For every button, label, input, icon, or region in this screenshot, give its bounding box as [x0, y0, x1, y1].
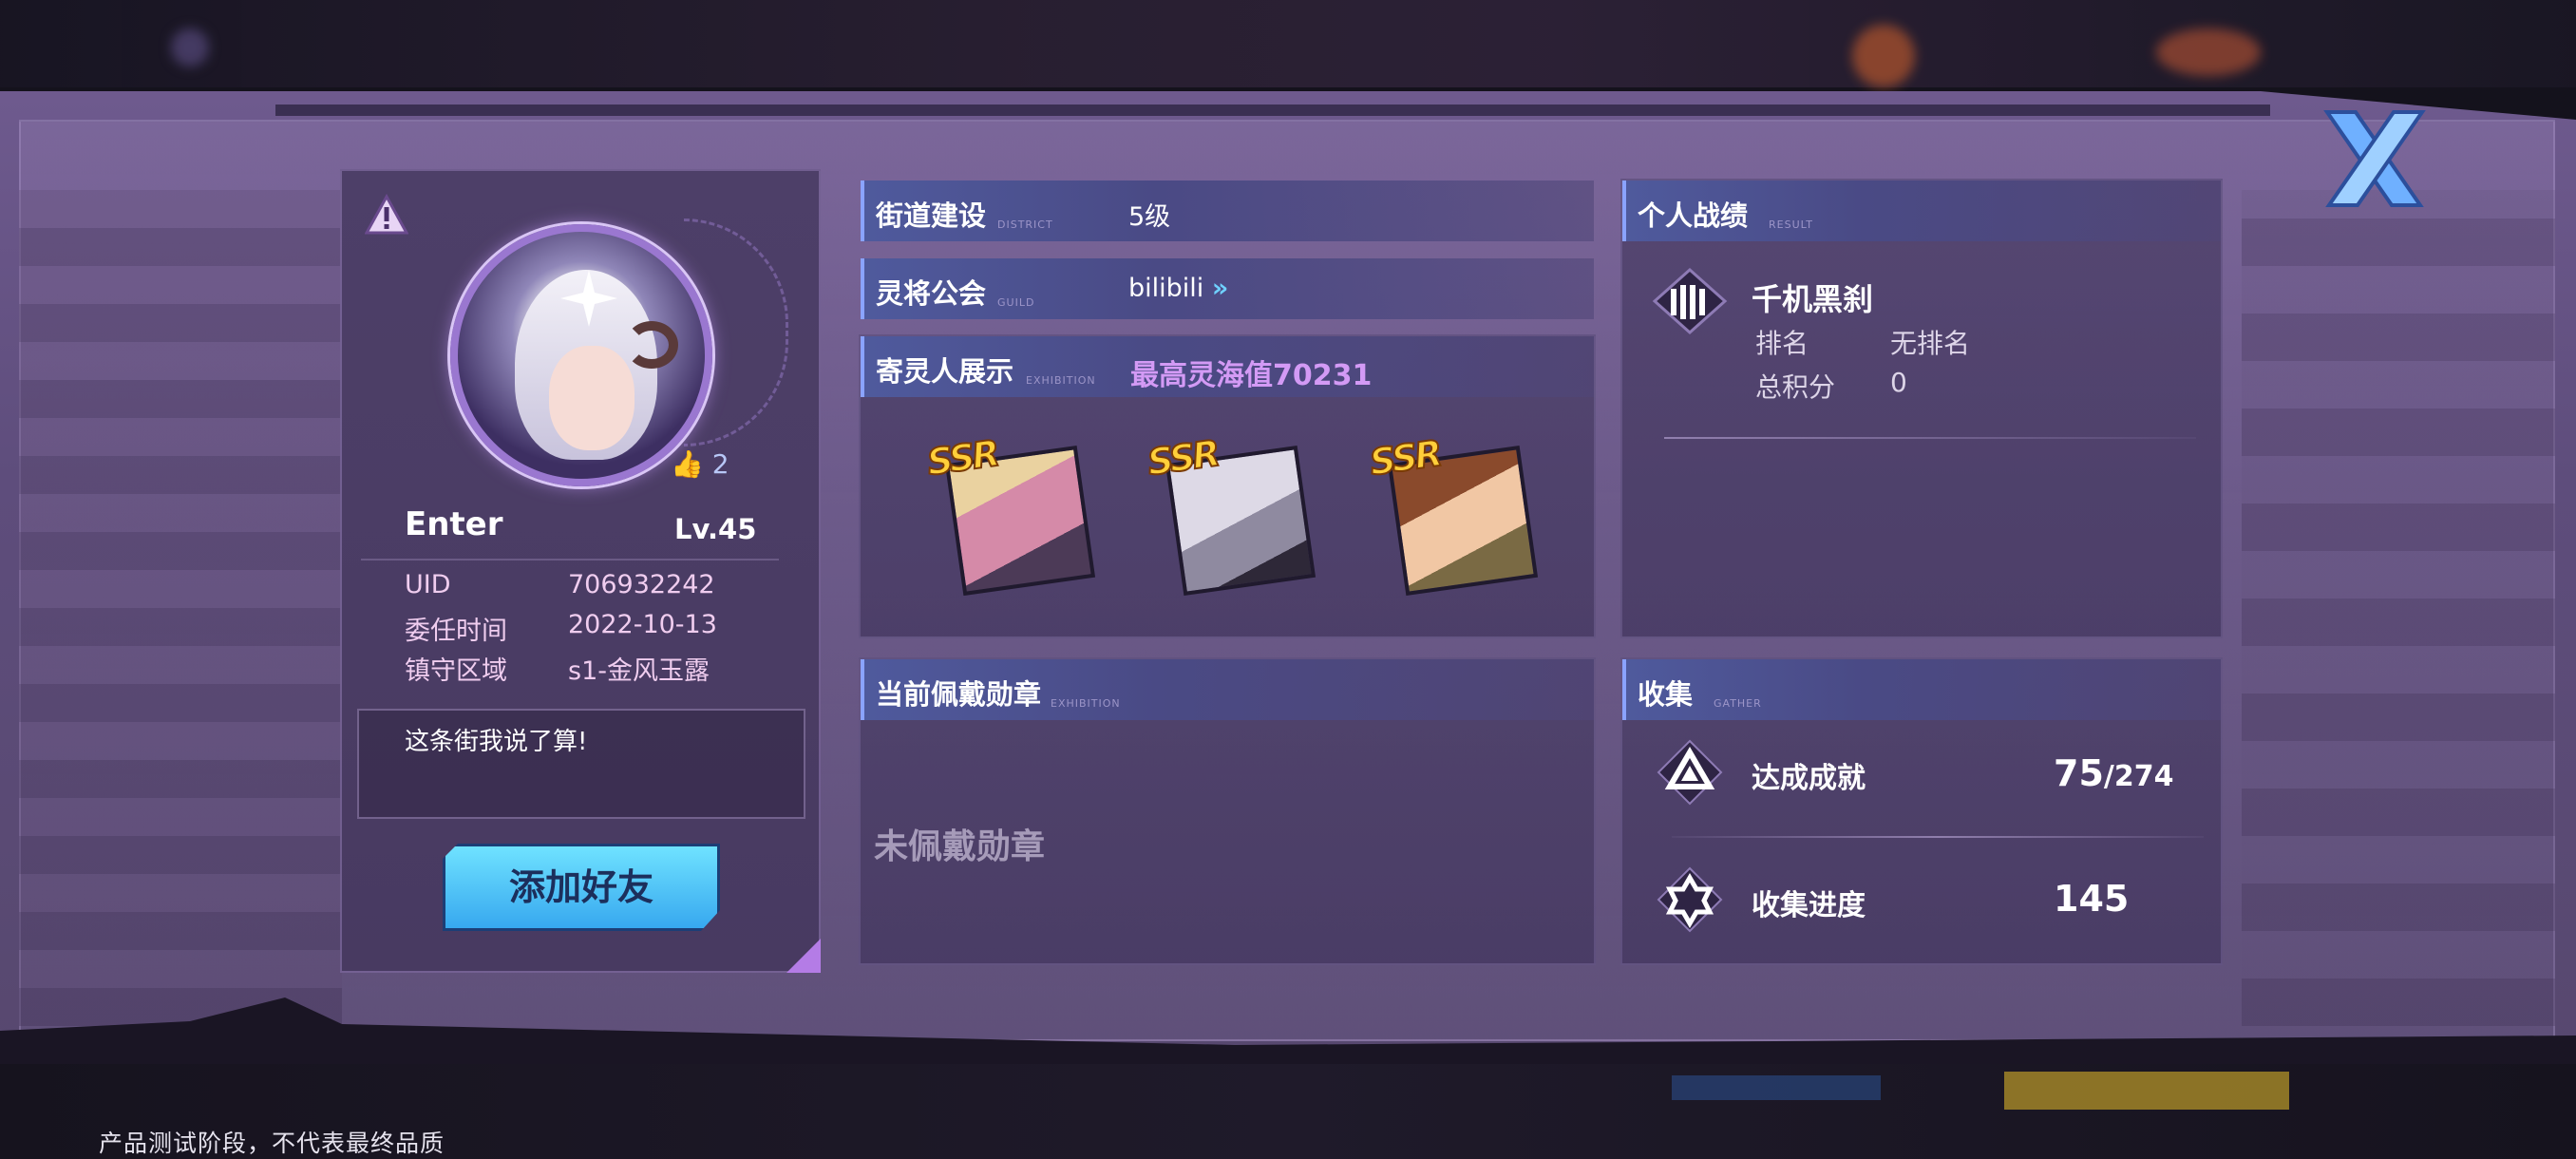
- no-medal-text: 未佩戴勋章: [874, 827, 1046, 866]
- result-box: [1620, 179, 2223, 638]
- uid-label: UID: [405, 570, 451, 599]
- score-value: 0: [1890, 367, 1907, 398]
- close-icon[interactable]: [2318, 106, 2432, 211]
- district-level: 5级: [1128, 202, 1171, 232]
- medal-header: 当前佩戴勋章 EXHIBITION: [861, 659, 1594, 720]
- collection-label: 收集进度: [1752, 889, 1866, 922]
- result-sub: RESULT: [1769, 218, 1813, 231]
- rank-emblem-icon: [1652, 268, 1728, 334]
- uid-value: 706932242: [568, 570, 715, 599]
- report-warning-icon[interactable]: [365, 194, 408, 236]
- collection-icon[interactable]: [1655, 864, 1725, 935]
- signature-box: 这条街我说了算!: [357, 709, 805, 819]
- guild-sub: GUILD: [997, 296, 1035, 309]
- top-hud-background: [0, 0, 2576, 87]
- commission-label: 委任时间: [405, 617, 507, 646]
- exhibition-title: 寄灵人展示: [876, 355, 1014, 388]
- currency-icon: [1852, 25, 1915, 87]
- divider: [1672, 836, 2204, 838]
- test-disclaimer: 产品测试阶段，不代表最终品质: [99, 1130, 445, 1157]
- currency-icon-2: [2156, 28, 2261, 76]
- achievement-count: 75/274: [2054, 752, 2174, 794]
- commission-date: 2022-10-13: [568, 610, 717, 639]
- result-title: 个人战绩: [1638, 200, 1749, 232]
- mode-name: 千机黑刹: [1752, 281, 1874, 317]
- achievement-icon[interactable]: [1655, 737, 1725, 808]
- score-label: 总积分: [1755, 371, 1836, 403]
- district-row: 街道建设 DISTRICT 5级: [861, 180, 1594, 241]
- back-icon: [171, 28, 209, 66]
- guild-title: 灵将公会: [876, 277, 987, 310]
- guild-row[interactable]: 灵将公会 GUILD bilibili »: [861, 258, 1594, 319]
- player-name: Enter: [405, 505, 503, 543]
- hero-card[interactable]: SSR: [1366, 431, 1539, 597]
- exhibition-header: 寄灵人展示 EXHIBITION 最高灵海值70231: [861, 336, 1594, 397]
- thumbs-up-icon: 👍: [671, 448, 704, 480]
- gather-header: 收集 GATHER: [1622, 659, 2221, 720]
- gather-sub: GATHER: [1714, 697, 1762, 710]
- region-label: 镇守区域: [405, 656, 507, 686]
- chevron-right-icon: »: [1211, 274, 1229, 303]
- gather-title: 收集: [1638, 678, 1694, 711]
- likes-count: 2: [711, 448, 729, 480]
- top-stripe: [275, 104, 2270, 116]
- district-title: 街道建设: [876, 200, 987, 232]
- hero-card[interactable]: SSR: [923, 431, 1096, 597]
- player-level: Lv.45: [674, 513, 757, 545]
- divider: [1664, 437, 2196, 439]
- divider: [361, 559, 779, 560]
- background-building-right: [2242, 190, 2555, 1026]
- exhibition-sub: EXHIBITION: [1026, 374, 1096, 387]
- guild-name[interactable]: bilibili »: [1128, 274, 1228, 303]
- background-building-left: [19, 190, 342, 1026]
- medal-sub: EXHIBITION: [1051, 697, 1121, 710]
- hero-card[interactable]: SSR: [1144, 431, 1316, 597]
- achievement-label: 达成成就: [1752, 762, 1866, 795]
- rank-label: 排名: [1755, 328, 1809, 359]
- add-friend-button[interactable]: 添加好友: [443, 844, 720, 931]
- likes-counter[interactable]: 👍 2: [671, 448, 729, 480]
- avatar[interactable]: [450, 224, 712, 486]
- collection-count: 145: [2054, 878, 2130, 920]
- region-value: s1-金风玉露: [568, 656, 710, 686]
- best-power: 最高灵海值70231: [1130, 359, 1373, 392]
- district-sub: DISTRICT: [997, 218, 1053, 231]
- rank-value: 无排名: [1890, 328, 1971, 359]
- result-header: 个人战绩 RESULT: [1622, 180, 2221, 241]
- medal-title: 当前佩戴勋章: [876, 678, 1042, 711]
